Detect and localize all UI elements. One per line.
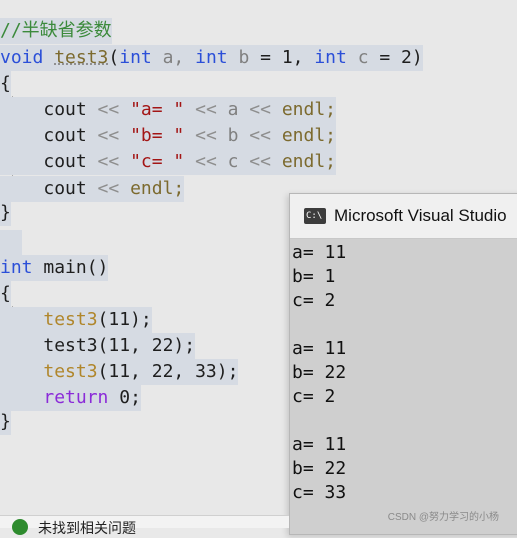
output-line: c= 33 bbox=[292, 482, 347, 503]
output-line: b= 22 bbox=[292, 362, 347, 383]
return-line: return 0; bbox=[0, 385, 141, 411]
status-bar: 未找到相关问题 bbox=[0, 515, 289, 536]
output-line: a= 11 bbox=[292, 338, 347, 359]
check-status-icon bbox=[12, 519, 28, 535]
console-output: a= 11 b= 1 c= 2 a= 11 b= 22 c= 2 a= 11 b… bbox=[290, 239, 517, 505]
console-window[interactable]: C:\ Microsoft Visual Studio a= 11 b= 1 c… bbox=[289, 193, 517, 535]
console-title-bar[interactable]: C:\ Microsoft Visual Studio bbox=[290, 194, 517, 239]
call-line-2: test3(11, 22); bbox=[0, 333, 196, 359]
main-close-brace: } bbox=[0, 409, 11, 435]
cout-line-a: cout << "a= " << a << endl; bbox=[0, 97, 337, 123]
call-line-3: test3(11, 22, 33); bbox=[0, 359, 239, 385]
output-line: b= 1 bbox=[292, 266, 336, 287]
open-brace: { bbox=[0, 71, 11, 97]
main-signature-line: int main() bbox=[0, 255, 109, 281]
output-line: c= 2 bbox=[292, 290, 336, 311]
status-text: 未找到相关问题 bbox=[38, 520, 136, 536]
output-line: b= 22 bbox=[292, 458, 347, 479]
console-app-icon: C:\ bbox=[304, 208, 326, 224]
console-title: Microsoft Visual Studio bbox=[334, 206, 507, 225]
cout-line-b: cout << "b= " << b << endl; bbox=[0, 123, 337, 149]
comment-line: //半缺省参数 bbox=[0, 18, 112, 44]
main-open-brace: { bbox=[0, 281, 11, 307]
cout-endl-line: cout << endl; bbox=[0, 176, 185, 202]
call-line-1: test3(11); bbox=[0, 307, 152, 333]
output-line: c= 2 bbox=[292, 386, 336, 407]
output-line: a= 11 bbox=[292, 242, 347, 263]
close-brace: } bbox=[0, 200, 11, 226]
cout-line-c: cout << "c= " << c << endl; bbox=[0, 149, 337, 175]
output-line: a= 11 bbox=[292, 434, 347, 455]
empty-line bbox=[0, 230, 22, 256]
function-signature-line: void test3(int a, int b = 1, int c = 2) bbox=[0, 45, 423, 71]
watermark: CSDN @努力学习的小杨 bbox=[387, 512, 499, 523]
